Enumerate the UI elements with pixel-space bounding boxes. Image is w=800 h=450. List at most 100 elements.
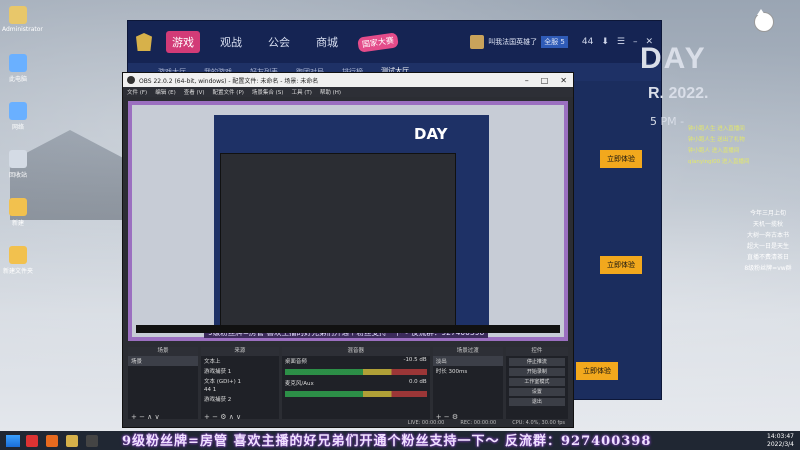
chat-message: 钟小跑人生 送出了礼物 (688, 137, 745, 143)
avatar (470, 35, 485, 49)
desktop-icon-computer[interactable]: 此电脑 (2, 54, 34, 96)
audio-meter (284, 369, 427, 375)
taskbar-clock[interactable]: 14:03:47 2022/3/4 (767, 433, 800, 449)
obs-logo-icon (127, 76, 135, 84)
mail-count[interactable]: 44 (582, 37, 593, 47)
tab-guild[interactable]: 公会 (262, 31, 296, 53)
source-item[interactable]: 文本上 (201, 356, 279, 366)
menu-tools[interactable]: 工具 (T) (291, 88, 311, 96)
tab-game[interactable]: 游戏 (166, 31, 200, 53)
preview-obs-window (220, 153, 456, 330)
taskbar-obs-icon[interactable] (86, 434, 98, 447)
close-icon[interactable]: ✕ (560, 76, 567, 85)
source-item[interactable]: 游戏捕获 1 (201, 366, 279, 376)
sources-header: 来源 (201, 347, 279, 356)
preview-day-text: DAY (414, 125, 448, 143)
obs-title: OBS 22.0.2 (64-bit, windows) - 配置文件: 未命名… (139, 77, 319, 85)
rec-status: REC: 00:00:00 (460, 420, 497, 426)
menu-file[interactable]: 文件 (F) (127, 88, 147, 96)
controls-dock: 控件 停止推流 开始录制 工作室模式 设置 退出 (505, 347, 568, 423)
tab-watch[interactable]: 观战 (214, 31, 248, 53)
exit-button[interactable]: 退出 (508, 398, 565, 406)
clock-time: 14:03:47 (767, 432, 794, 440)
event-badge[interactable]: 国家大赛 (357, 31, 399, 53)
user-info[interactable]: 叫我法国英雄了 全服 5 (470, 35, 568, 49)
transitions-dock: 场景过渡 淡出 时长 300ms + − ⚙ (432, 347, 503, 423)
game-logo-icon (136, 33, 152, 51)
folder-icon (9, 198, 27, 216)
source-item[interactable]: 文本 (GDI+) 1 (201, 376, 279, 386)
obs-titlebar: OBS 22.0.2 (64-bit, windows) - 配置文件: 未命名… (123, 73, 573, 87)
obs-menubar: 文件 (F) 编辑 (E) 查看 (V) 配置文件 (P) 场景集合 (S) 工… (123, 87, 573, 97)
cat-avatar-icon[interactable] (754, 9, 774, 32)
recycle-bin-icon (9, 150, 27, 168)
level-badge: 全服 5 (541, 36, 568, 48)
taskbar-app-icon[interactable] (66, 434, 78, 447)
source-item[interactable]: 44 1 (201, 386, 279, 394)
taskbar-app-icon[interactable] (26, 434, 38, 447)
obs-window: OBS 22.0.2 (64-bit, windows) - 配置文件: 未命名… (122, 72, 574, 428)
taskbar-app-icon[interactable] (46, 434, 58, 447)
menu-profile[interactable]: 配置文件 (P) (213, 88, 244, 96)
preview-desktop: DAY 9级粉丝牌=房管 喜欢主播的好兄弟们开通个粉丝支持一下～ 反流群：927… (132, 105, 564, 338)
settings-icon[interactable]: ☰ (617, 37, 625, 47)
track-mic: 麦克风/Aux 0.0 dB (284, 379, 427, 387)
menu-help[interactable]: 帮助 (H) (320, 88, 341, 96)
cpu-status: CPU: 4.0%, 30.00 fps (512, 420, 565, 426)
duration-input[interactable]: 300ms (448, 369, 467, 375)
desktop-icon-newfolder[interactable]: 新建文件夹 (2, 246, 34, 288)
chat-message: 钟小跑人 进入直播间 (688, 148, 740, 154)
sources-dock: 来源 文本上 游戏捕获 1 文本 (GDI+) 1 44 1 游戏捕获 2 + … (201, 347, 279, 423)
user-folder-icon (9, 6, 27, 24)
promo-time: 5 PM - (650, 115, 685, 128)
computer-icon (9, 54, 27, 72)
desktop-icon-recycle[interactable]: 回收站 (2, 150, 34, 192)
minimize-icon[interactable]: – (633, 37, 638, 47)
obs-preview[interactable]: DAY 9级粉丝牌=房管 喜欢主播的好兄弟们开通个粉丝支持一下～ 反流群：927… (128, 101, 568, 341)
desktop-icon-network[interactable]: 网络 (2, 102, 34, 144)
controls-header: 控件 (505, 347, 568, 356)
mixer-header: 混音器 (281, 347, 430, 356)
transition-select[interactable]: 淡出 (432, 356, 503, 366)
tab-shop[interactable]: 商城 (310, 31, 344, 53)
audio-meter (284, 391, 427, 397)
promo-date: R. 2022. (648, 85, 709, 102)
track-desktop-audio: 桌面音频 -10.5 dB (284, 357, 427, 365)
scene-item[interactable]: 场景 (128, 356, 199, 366)
settings-button[interactable]: 设置 (508, 388, 565, 396)
promo-day-text: DAY (640, 42, 707, 75)
chat-overlay: 钟小跑人生 进入直播间 钟小跑人生 送出了礼物 钟小跑人 进入直播间 qiany… (688, 124, 798, 168)
scenes-header: 场景 (128, 347, 199, 356)
chat-message: 钟小跑人生 进入直播间 (688, 126, 745, 132)
download-icon[interactable]: ⬇ (601, 37, 609, 47)
game-header: 游戏 观战 公会 商城 国家大赛 叫我法国英雄了 全服 5 44 ⬇ ☰ – ✕ (128, 21, 661, 63)
start-recording-button[interactable]: 开始录制 (508, 368, 565, 376)
stream-banner: 9级粉丝牌=房管 喜欢主播的好兄弟们开通个粉丝支持一下～ 反流群：9274003… (122, 434, 652, 449)
desktop-icon-admin[interactable]: Administrator (2, 6, 43, 48)
start-button-icon[interactable] (6, 434, 20, 447)
desktop-icon-new[interactable]: 新建 (2, 198, 34, 240)
preview-taskbar (136, 325, 560, 333)
experience-button[interactable]: 立即体验 (576, 362, 618, 380)
studio-mode-button[interactable]: 工作室模式 (508, 378, 565, 386)
chat-message: qianyingl00 进入直播间 (688, 159, 750, 165)
transitions-header: 场景过渡 (432, 347, 503, 356)
stop-streaming-button[interactable]: 停止推流 (508, 358, 565, 366)
verse-overlay: 今年三月上旬 天机一揽秋 大树一奔古本书 超大一日是天生 直播不费清茶日 8级粉… (744, 210, 792, 272)
username: 叫我法国英雄了 (488, 38, 538, 46)
source-item[interactable]: 游戏捕获 2 (201, 394, 279, 404)
mixer-dock: 混音器 桌面音频 -10.5 dB 麦克风/Aux 0.0 dB (281, 347, 430, 423)
promo-button-1[interactable]: 立即体验 (600, 150, 642, 168)
duration-row: 时长 300ms (435, 369, 468, 375)
minimize-icon[interactable]: – (525, 76, 529, 85)
menu-view[interactable]: 查看 (V) (184, 88, 205, 96)
menu-scene-collection[interactable]: 场景集合 (S) (252, 88, 284, 96)
clock-date: 2022/3/4 (767, 440, 794, 448)
folder-icon (9, 246, 27, 264)
live-status: LIVE: 00:00:00 (407, 420, 445, 426)
obs-statusbar: LIVE: 00:00:00 REC: 00:00:00 CPU: 4.0%, … (123, 419, 573, 427)
maximize-icon[interactable]: □ (541, 76, 549, 85)
scenes-dock: 场景 场景 + − ∧ ∨ (128, 347, 199, 423)
promo-button-2[interactable]: 立即体验 (600, 256, 642, 274)
menu-edit[interactable]: 编辑 (E) (155, 88, 176, 96)
